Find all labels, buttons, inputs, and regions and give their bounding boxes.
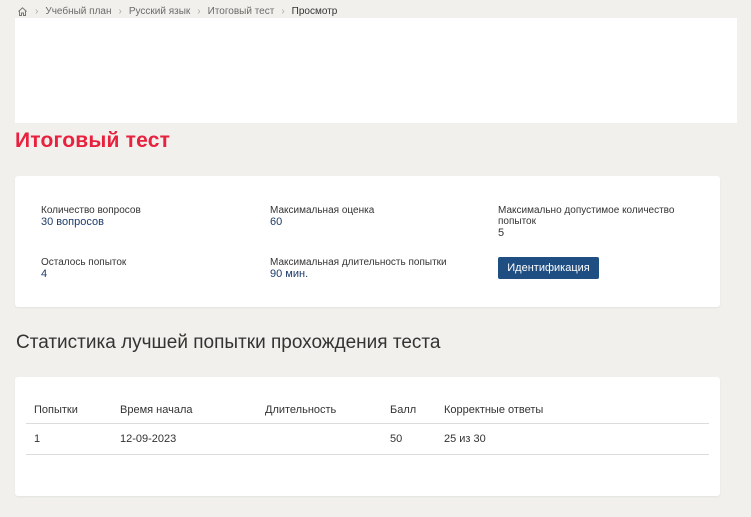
questions-count-block: Количество вопросов 30 вопросов <box>41 205 141 228</box>
max-duration-value: 90 мин. <box>270 268 309 280</box>
column-header-score: Балл <box>382 397 436 424</box>
chevron-right-icon: › <box>197 5 201 17</box>
page-title: Итоговый тест <box>15 129 171 152</box>
remaining-attempts-label: Осталось попыток <box>41 257 127 268</box>
home-icon[interactable] <box>16 5 28 17</box>
stats-section-title: Статистика лучшей попытки прохождения те… <box>16 332 441 353</box>
chevron-right-icon: › <box>281 5 285 17</box>
remaining-attempts-block: Осталось попыток 4 <box>41 257 126 280</box>
table-header-row: Попытки Время начала Длительность Балл К… <box>26 397 709 424</box>
cell-correct-answers: 25 из 30 <box>436 423 709 455</box>
stats-table: Попытки Время начала Длительность Балл К… <box>26 397 709 455</box>
cell-duration <box>257 423 382 455</box>
test-info-card: Количество вопросов 30 вопросов Максимал… <box>15 176 720 307</box>
cell-attempt: 1 <box>26 423 112 455</box>
column-header-start-time: Время начала <box>112 397 257 424</box>
max-score-value: 60 <box>270 216 283 228</box>
banner-area <box>15 18 737 123</box>
identification-button[interactable]: Идентификация <box>498 257 599 279</box>
max-attempts-label: Максимально допустимое количество попыто… <box>498 205 675 227</box>
breadcrumb-item-view: Просмотр <box>291 5 338 17</box>
breadcrumb: › Учебный план › Русский язык › Итоговый… <box>16 4 337 18</box>
table-row: 1 12-09-2023 50 25 из 30 <box>26 423 709 455</box>
column-header-attempts: Попытки <box>26 397 112 424</box>
questions-count-label: Количество вопросов <box>41 205 141 216</box>
cell-score: 50 <box>382 423 436 455</box>
max-duration-label: Максимальная длительность попытки <box>270 257 447 268</box>
column-header-correct-answers: Корректные ответы <box>436 397 709 424</box>
column-header-duration: Длительность <box>257 397 382 424</box>
max-score-label: Максимальная оценка <box>270 205 375 216</box>
max-score-block: Максимальная оценка 60 <box>270 205 374 228</box>
remaining-attempts-value: 4 <box>41 268 48 280</box>
questions-count-value: 30 вопросов <box>41 216 104 228</box>
breadcrumb-item-curriculum[interactable]: Учебный план <box>45 6 111 17</box>
stats-card: Попытки Время начала Длительность Балл К… <box>15 377 720 496</box>
cell-start-time: 12-09-2023 <box>112 423 257 455</box>
breadcrumb-item-russian[interactable]: Русский язык <box>129 6 190 17</box>
max-attempts-block: Максимально допустимое количество попыто… <box>498 205 688 239</box>
chevron-right-icon: › <box>35 5 39 17</box>
breadcrumb-item-final-test[interactable]: Итоговый тест <box>208 6 275 17</box>
max-attempts-value: 5 <box>498 227 505 239</box>
max-duration-block: Максимальная длительность попытки 90 мин… <box>270 257 447 280</box>
chevron-right-icon: › <box>118 5 122 17</box>
